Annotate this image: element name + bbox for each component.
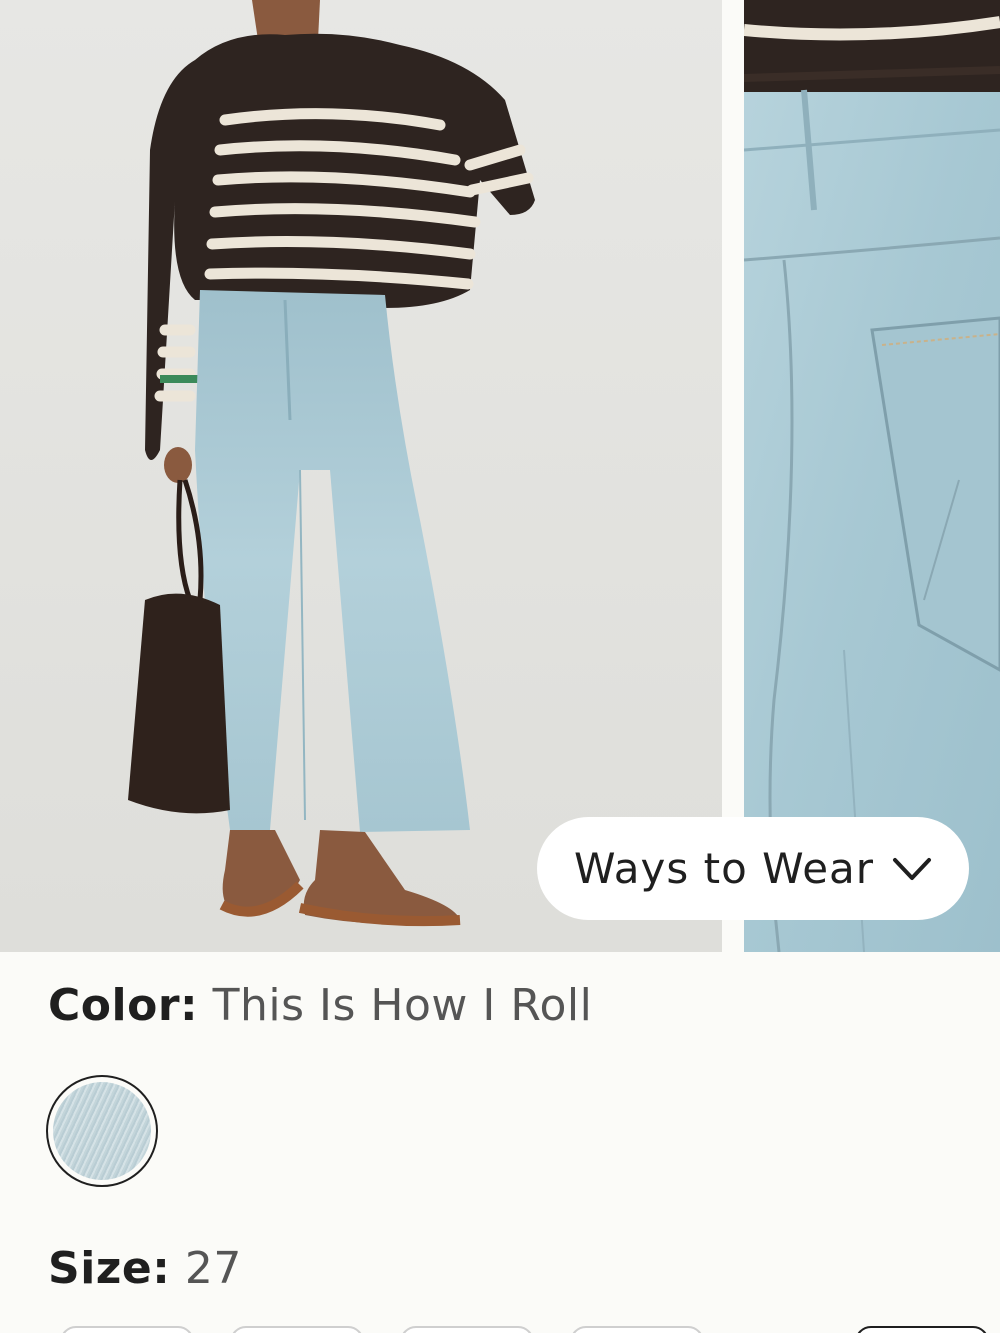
size-option[interactable]: [60, 1326, 194, 1333]
color-swatch-image: [53, 1082, 151, 1180]
detail-photo: [744, 0, 1000, 952]
size-option-selected[interactable]: [855, 1326, 989, 1333]
color-key: Color:: [48, 980, 199, 1031]
product-image-model[interactable]: [0, 0, 722, 952]
ways-to-wear-button[interactable]: Ways to Wear: [537, 817, 969, 920]
product-image-gallery[interactable]: Ways to Wear: [0, 0, 1000, 952]
size-options-row: [0, 1322, 1000, 1333]
model-photo: [0, 0, 722, 952]
size-option[interactable]: [570, 1326, 704, 1333]
color-swatch-selected[interactable]: [46, 1075, 158, 1187]
color-value: This Is How I Roll: [212, 980, 593, 1031]
ways-to-wear-label: Ways to Wear: [573, 844, 875, 893]
product-image-detail[interactable]: [744, 0, 1000, 952]
size-value: 27: [184, 1243, 242, 1294]
chevron-down-icon: [893, 857, 932, 880]
size-option[interactable]: [400, 1326, 534, 1333]
size-option[interactable]: [230, 1326, 364, 1333]
size-selection-label: Size: 27: [48, 1243, 242, 1294]
size-key: Size:: [48, 1243, 171, 1294]
color-selection-label: Color: This Is How I Roll: [48, 980, 592, 1031]
